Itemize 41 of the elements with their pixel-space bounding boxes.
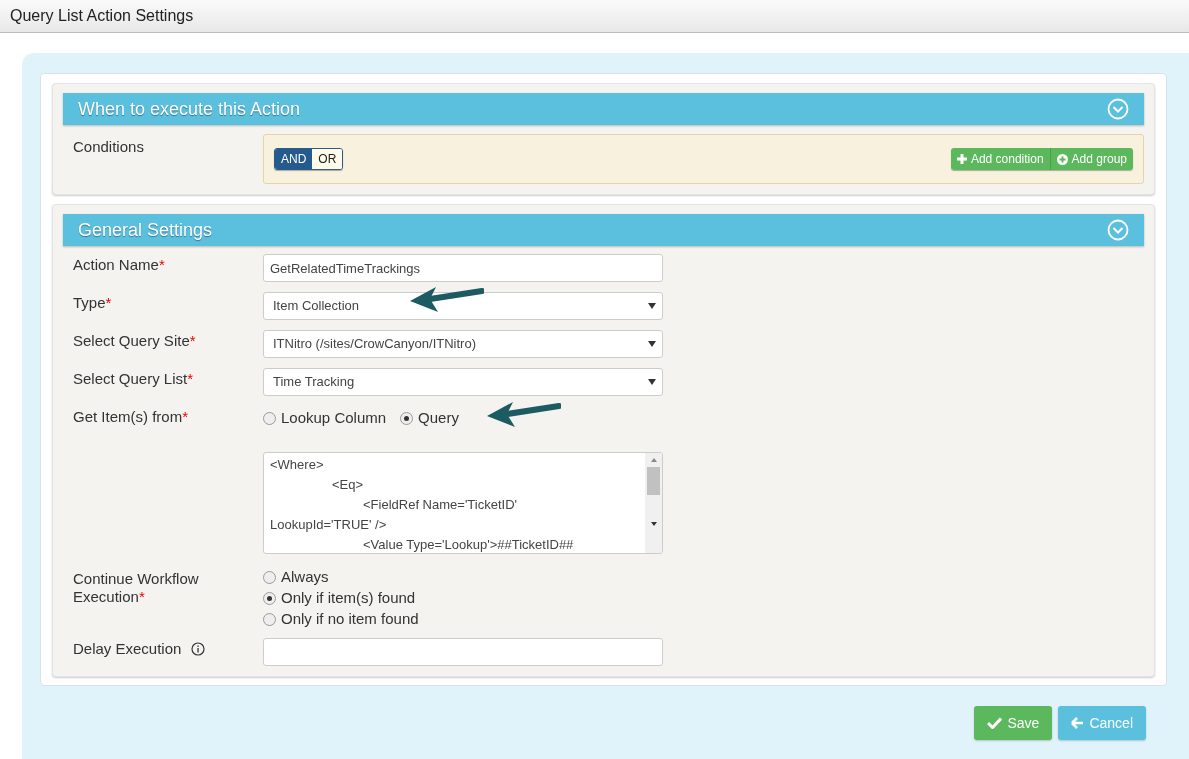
radio-label: Only if item(s) found	[281, 587, 416, 608]
field-label: Select Query List*	[73, 370, 194, 388]
operator-toggle[interactable]: OR	[312, 149, 343, 169]
left-arrow-icon	[1071, 717, 1085, 729]
caret-icon	[648, 303, 656, 309]
checkmark-icon	[987, 717, 1003, 729]
radio-label: Only if no item found	[281, 608, 419, 629]
plus-circle-icon	[1056, 153, 1068, 165]
field-label: Conditions	[73, 138, 144, 155]
dropdown-field[interactable]: Item Collection	[263, 292, 663, 320]
radio-button[interactable]	[263, 591, 276, 605]
window-title: Query List Action Settings	[10, 6, 194, 26]
section-title: When to execute this Action	[78, 97, 301, 121]
plus-icon	[956, 154, 967, 164]
radio-label: Lookup Column	[281, 407, 387, 428]
radio-button[interactable]	[263, 612, 276, 626]
operator-toggle[interactable]: AND	[275, 149, 313, 169]
scrollbar-thumb[interactable]	[647, 467, 660, 495]
field-label: Get Item(s) from*	[73, 408, 189, 426]
caret-icon	[648, 379, 656, 385]
query-text-area[interactable]: <Where> <Eq> <FieldRef Name='TicketID' LookupId='TRUE' /> <Value Type='Lookup'>##TicketID##	[263, 452, 663, 554]
field-label: Action Name*	[73, 256, 165, 274]
section-title: General Settings	[78, 218, 213, 242]
radio-label: Query	[418, 407, 459, 428]
collapse-icon[interactable]	[1107, 219, 1129, 241]
dropdown-field[interactable]: ITNitro (/sites/CrowCanyon/ITNitro)	[263, 330, 663, 358]
radio-label: Always	[281, 566, 329, 587]
caret-icon	[648, 341, 656, 347]
collapse-icon[interactable]	[1107, 98, 1129, 120]
dropdown-field[interactable]: Time Tracking	[263, 368, 663, 396]
radio-button[interactable]	[263, 411, 276, 425]
field-label: Type*	[73, 294, 112, 312]
field-label: Continue Workflow Execution*	[73, 570, 200, 606]
field-label: Select Query Site*	[73, 332, 196, 350]
field-label: Delay Execution	[73, 640, 182, 658]
radio-button[interactable]	[400, 411, 414, 425]
radio-button[interactable]	[263, 570, 276, 584]
scrollbar[interactable]	[645, 453, 662, 553]
info-icon[interactable]	[191, 642, 206, 656]
text-field[interactable]	[263, 638, 663, 666]
text-field[interactable]: GetRelatedTimeTrackings	[263, 254, 663, 282]
